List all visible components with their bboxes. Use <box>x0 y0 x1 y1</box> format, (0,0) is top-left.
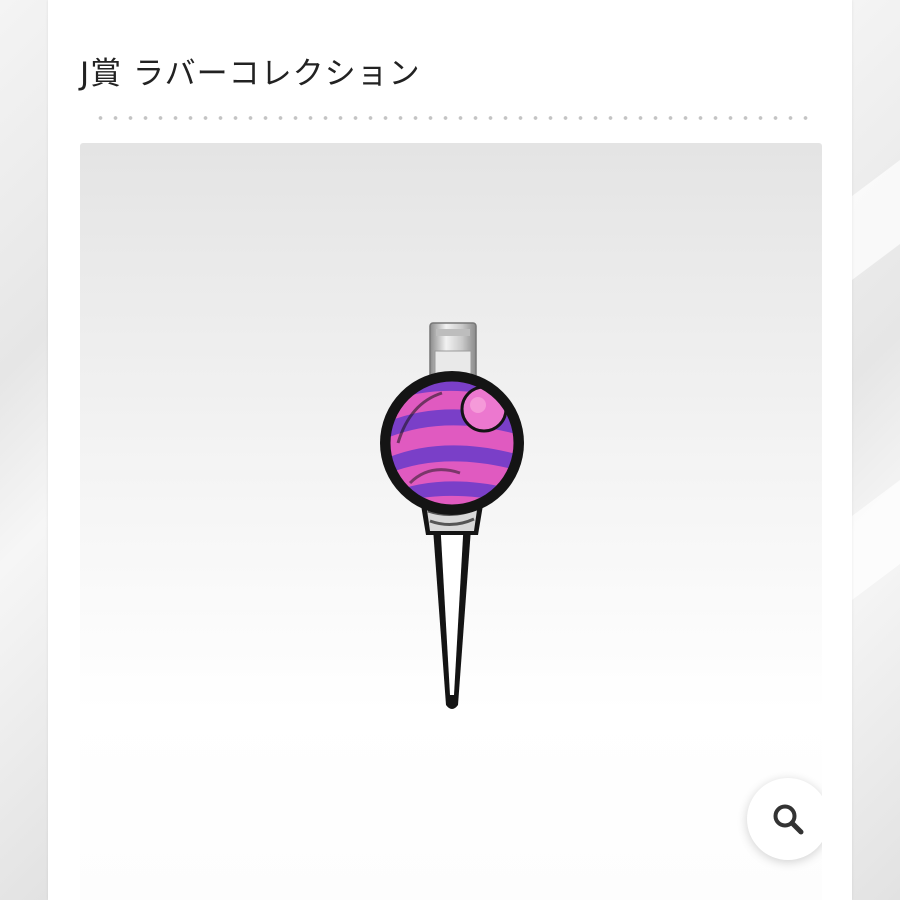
product-card: J賞 ラバーコレクション <box>48 0 852 900</box>
product-title: J賞 ラバーコレクション <box>80 56 421 92</box>
lollipop-clip-illustration <box>380 322 524 709</box>
search-icon <box>773 804 804 835</box>
background-right <box>852 0 900 900</box>
zoom-button[interactable] <box>747 778 822 860</box>
product-image[interactable] <box>80 143 822 900</box>
background-left <box>0 0 48 900</box>
dotted-divider <box>93 116 815 120</box>
